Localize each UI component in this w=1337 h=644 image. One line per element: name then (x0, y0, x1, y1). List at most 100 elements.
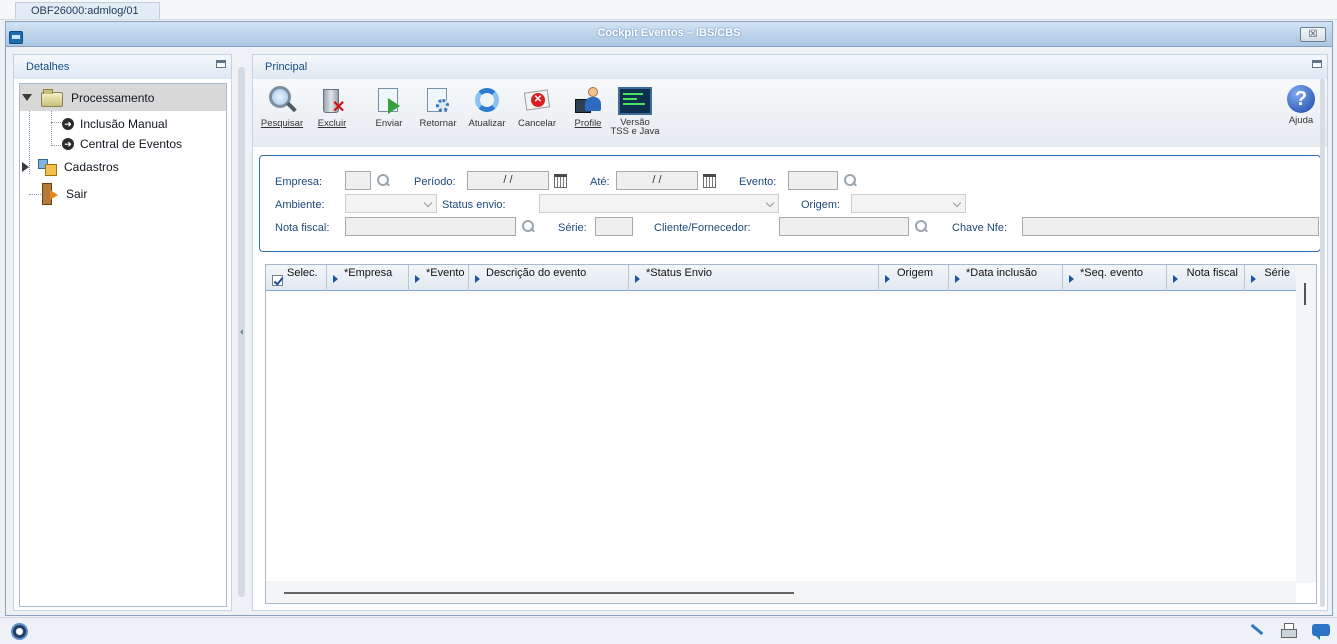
sort-arrow-icon (885, 275, 890, 283)
cliente-fornecedor-input[interactable] (779, 217, 909, 236)
sort-arrow-icon (955, 275, 960, 283)
arrow-circle-icon: ➜ (62, 138, 74, 150)
toolbar: Pesquisar ✕ Excluir Enviar Retornar Atua… (253, 79, 1327, 147)
printer-icon[interactable] (1279, 622, 1299, 640)
calendar-icon[interactable] (554, 174, 567, 188)
minimize-icon[interactable] (1312, 60, 1322, 68)
ambiente-select[interactable] (345, 194, 437, 213)
versao-button[interactable]: Versão TSS e Java (609, 87, 661, 137)
panel-vertical-scrollbar[interactable] (1320, 79, 1325, 607)
sort-arrow-icon (635, 275, 640, 283)
expand-arrow-icon[interactable] (22, 94, 32, 101)
column-label: Selec. (287, 267, 318, 279)
ate-label: Até: (590, 176, 610, 188)
cliente-fornecedor-label: Cliente/Fornecedor: (654, 222, 751, 234)
navigation-tree: Processamento ➜ Inclusão Manual ➜ Centra… (19, 83, 227, 607)
select-all-checkbox[interactable] (272, 275, 283, 286)
scroll-thumb[interactable] (284, 592, 794, 594)
cancel-icon: ✕ (522, 85, 552, 115)
ambiente-label: Ambiente: (275, 199, 325, 211)
pesquisar-label: Pesquisar (260, 118, 304, 129)
session-tab[interactable]: OBF26000:admlog/01 (15, 2, 160, 19)
column-header-selec[interactable]: Selec. (266, 265, 327, 291)
status-envio-select[interactable] (539, 194, 779, 213)
profile-button[interactable]: Profile (562, 85, 614, 129)
atualizar-button[interactable]: Atualizar (461, 85, 513, 129)
tree-item-sair[interactable]: Sair (40, 182, 87, 206)
close-button[interactable]: ☒ (1300, 27, 1326, 42)
tree-item-inclusao-manual[interactable]: ➜ Inclusão Manual (62, 116, 167, 132)
sort-arrow-icon (415, 275, 420, 283)
send-icon (374, 85, 404, 115)
grid-horizontal-scrollbar[interactable] (266, 581, 1296, 603)
column-label: Descrição do evento (486, 267, 587, 279)
column-label: *Empresa (344, 267, 393, 279)
events-grid: Selec. *Empresa *Evento Descrição do eve… (265, 264, 1317, 604)
tree-item-label: Processamento (71, 90, 155, 105)
tree-connector (51, 108, 52, 146)
folder-open-icon (41, 88, 63, 107)
excluir-button[interactable]: ✕ Excluir (306, 85, 358, 129)
evento-label: Evento: (739, 176, 777, 188)
link-icon[interactable] (1247, 622, 1267, 640)
tree-item-label: Cadastros (64, 160, 119, 174)
main-panel: Principal Pesquisar ✕ Excluir Enviar Ret… (252, 54, 1328, 611)
panel-splitter[interactable] (238, 67, 245, 597)
origem-label: Origem: (801, 199, 841, 211)
tree-item-cadastros[interactable]: Cadastros (22, 157, 119, 177)
top-tab-bar: OBF26000:admlog/01 (0, 0, 1337, 20)
lookup-search-icon[interactable] (522, 220, 535, 233)
trash-icon: ✕ (317, 85, 347, 116)
column-header-empresa[interactable]: *Empresa (327, 265, 409, 291)
profile-label: Profile (574, 118, 602, 129)
help-icon: ? (1287, 85, 1315, 113)
serie-input[interactable] (595, 217, 633, 236)
column-label: *Evento (426, 267, 465, 279)
retornar-label: Retornar (419, 118, 457, 129)
cancelar-button[interactable]: ✕ Cancelar (511, 85, 563, 129)
origem-select[interactable] (851, 194, 966, 213)
retornar-button[interactable]: Retornar (412, 85, 464, 129)
column-header-serie[interactable]: Série (1245, 265, 1296, 291)
nota-fiscal-input[interactable] (345, 217, 516, 236)
pesquisar-button[interactable]: Pesquisar (256, 85, 308, 129)
details-panel-title: Detalhes (26, 61, 70, 73)
evento-input[interactable] (788, 171, 838, 190)
column-header-seq-evento[interactable]: *Seq. evento (1063, 265, 1167, 291)
lookup-search-icon[interactable] (915, 220, 928, 233)
column-header-evento[interactable]: *Evento (409, 265, 469, 291)
exit-door-icon (40, 183, 58, 205)
nota-fiscal-label: Nota fiscal: (275, 222, 330, 234)
grid-vertical-scrollbar[interactable] (1296, 265, 1316, 583)
column-header-origem[interactable]: Origem (879, 265, 949, 291)
enviar-button[interactable]: Enviar (363, 85, 415, 129)
column-header-status-envio[interactable]: *Status Envio (629, 265, 879, 291)
tree-item-processamento[interactable]: Processamento (20, 84, 226, 111)
empresa-input[interactable] (345, 171, 371, 190)
chave-nfe-label: Chave Nfe: (952, 222, 1008, 234)
calendar-icon[interactable] (703, 174, 716, 188)
empresa-label: Empresa: (275, 176, 323, 188)
ate-input[interactable]: / / (616, 171, 698, 190)
main-panel-header: Principal (253, 55, 1327, 79)
lookup-search-icon[interactable] (844, 174, 857, 187)
column-header-descricao[interactable]: Descrição do evento (469, 265, 629, 291)
collapse-arrow-icon[interactable] (22, 162, 29, 172)
minimize-icon[interactable] (216, 60, 226, 68)
column-header-data-inclusao[interactable]: *Data inclusão (949, 265, 1063, 291)
return-icon (423, 85, 453, 115)
scroll-thumb[interactable] (1304, 283, 1306, 305)
chat-icon[interactable] (1311, 622, 1331, 640)
details-panel: Detalhes Processamento ➜ Inclusão Manual… (13, 54, 232, 611)
periodo-label: Período: (414, 176, 456, 188)
periodo-input[interactable]: / / (467, 171, 549, 190)
tree-item-central-eventos[interactable]: ➜ Central de Eventos (62, 136, 182, 152)
sort-arrow-icon (333, 275, 338, 283)
chave-nfe-input[interactable] (1022, 217, 1319, 236)
title-bar: Cockpit Eventos – IBS/CBS ☒ (6, 22, 1332, 47)
lookup-search-icon[interactable] (377, 174, 390, 187)
column-header-nota-fiscal[interactable]: Nota fiscal (1167, 265, 1245, 291)
enviar-label: Enviar (375, 118, 403, 129)
column-label: Série (1264, 267, 1290, 279)
ajuda-button[interactable]: ? Ajuda (1285, 85, 1317, 126)
